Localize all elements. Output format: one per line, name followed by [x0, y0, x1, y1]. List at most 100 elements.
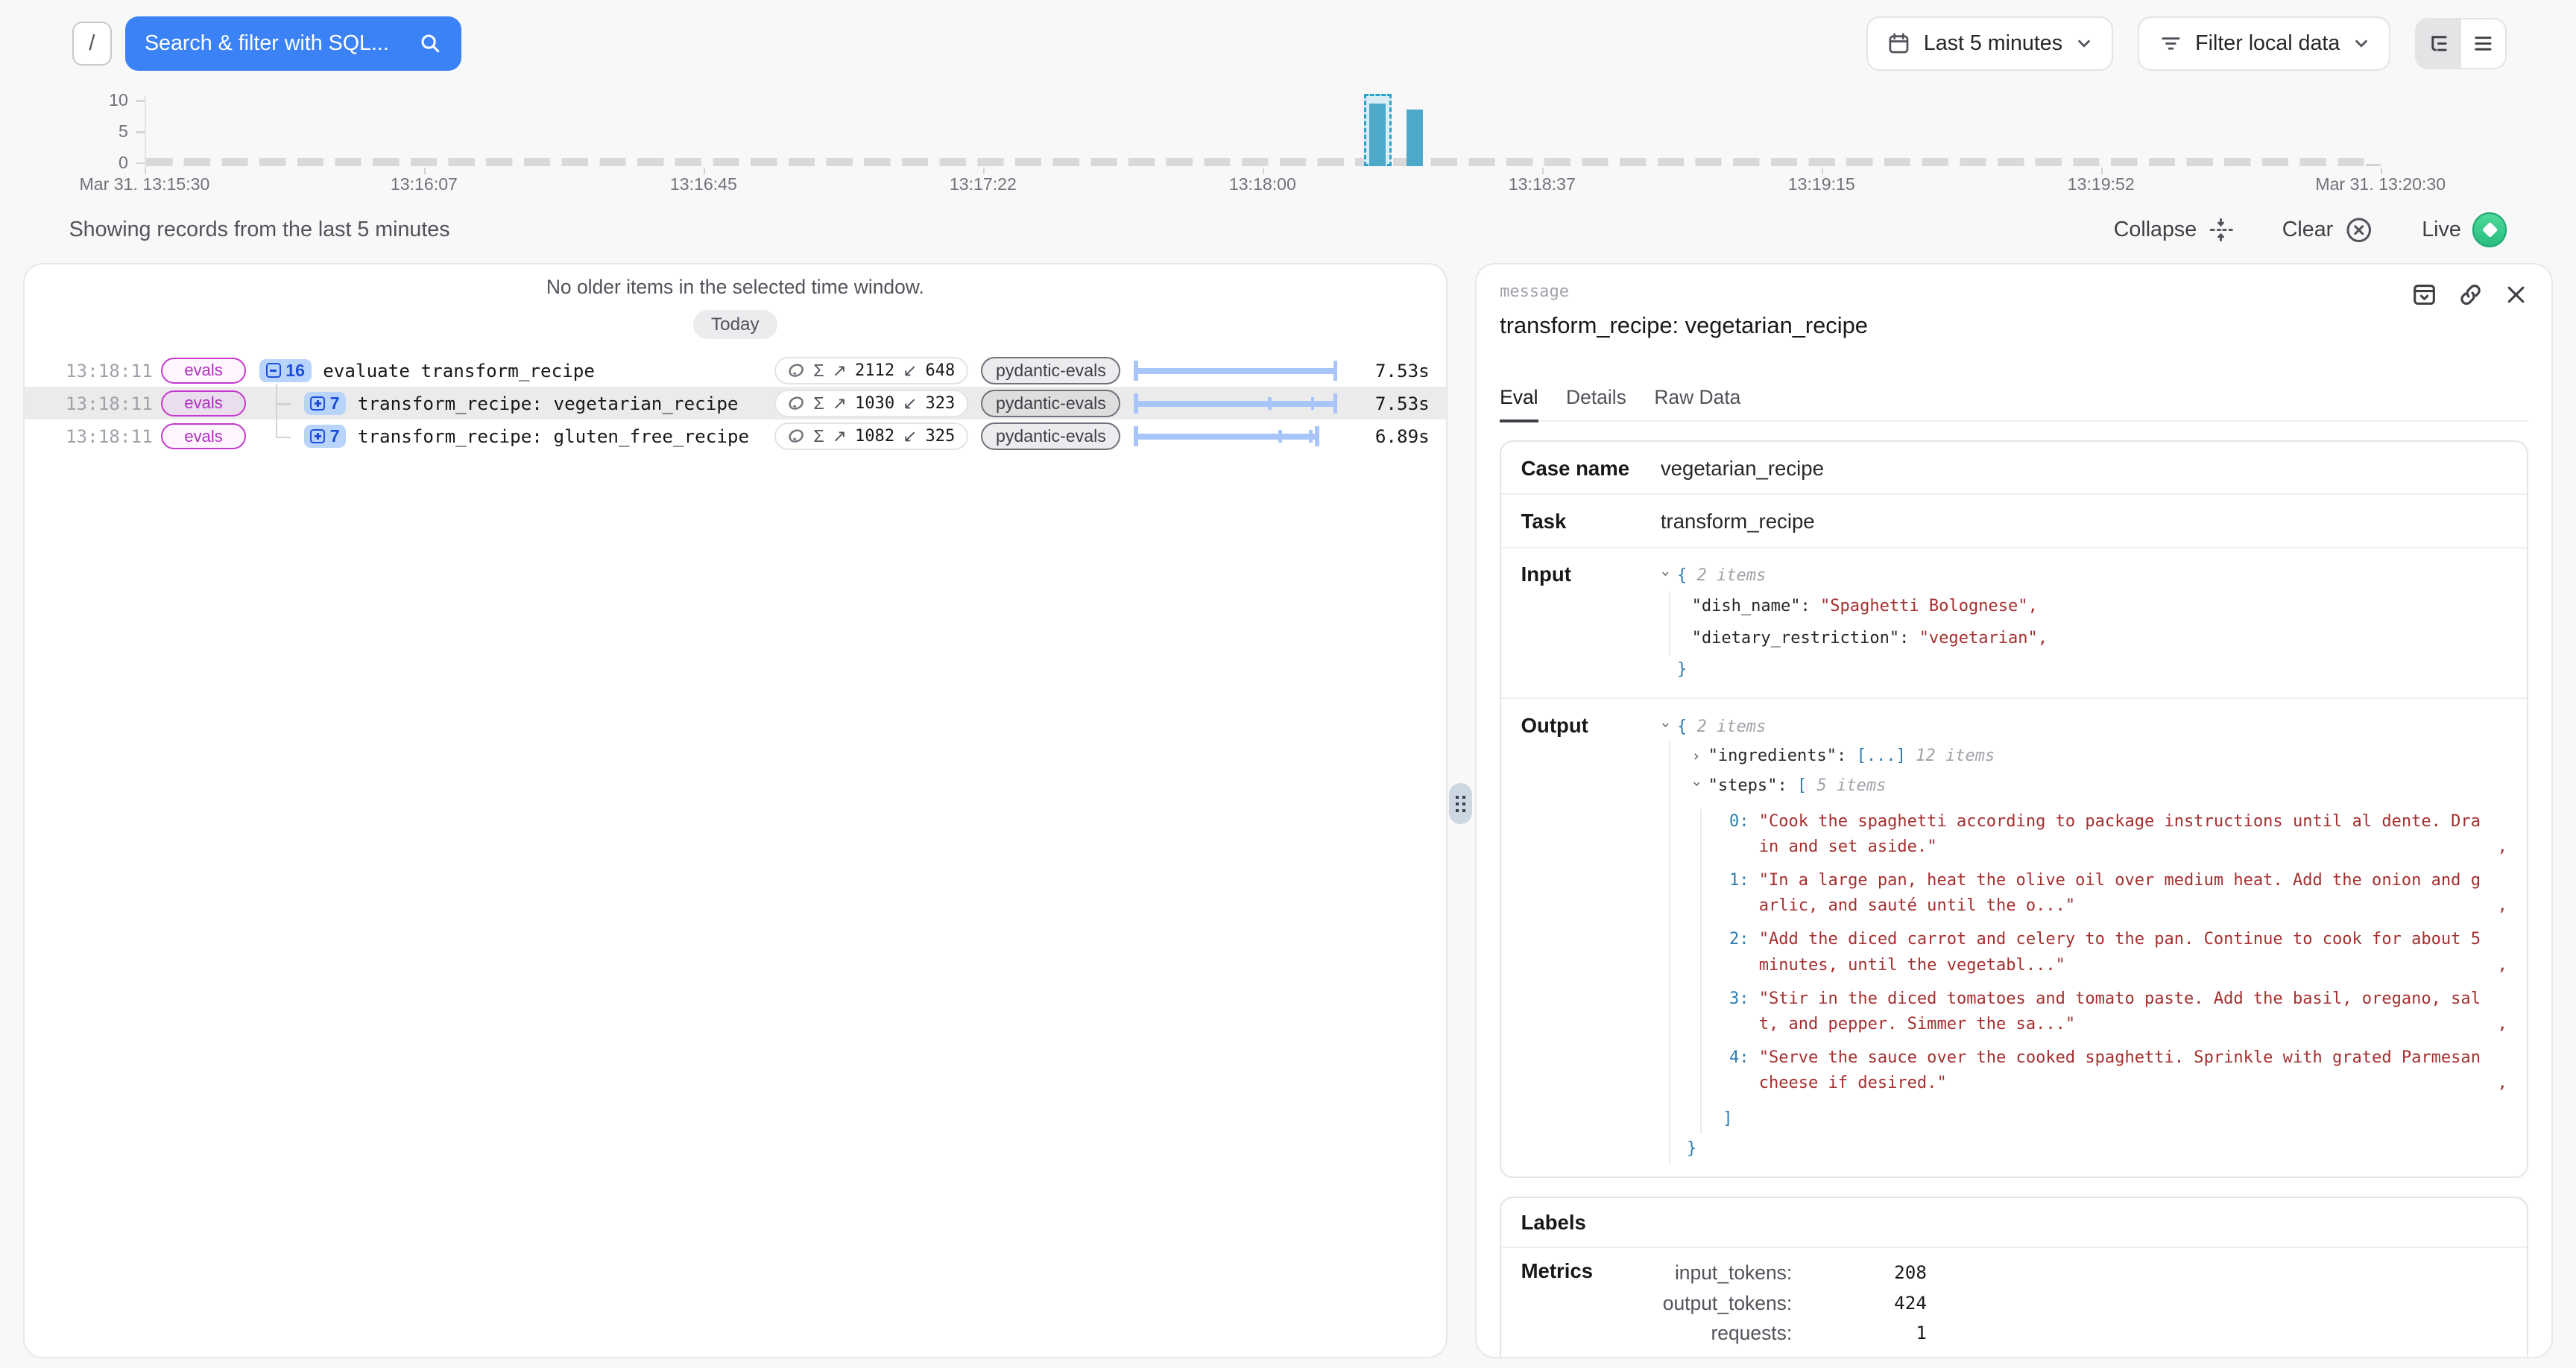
y-axis-tick-label: 0: [86, 153, 128, 173]
time-range-dropdown[interactable]: Last 5 minutes: [1866, 16, 2113, 71]
tab-raw-data[interactable]: Raw Data: [1654, 386, 1740, 420]
input-tokens-arrow: ↗: [833, 393, 847, 414]
clear-label: Clear: [2282, 218, 2333, 242]
scope-tag-pill[interactable]: pydantic-evals: [981, 357, 1120, 384]
labels-label: Labels: [1521, 1209, 1661, 1235]
input-tokens-arrow: ↗: [833, 426, 847, 446]
duration-bar: [1134, 393, 1337, 414]
x-axis-tick: [983, 168, 985, 174]
clear-circle-x-icon: [2345, 216, 2373, 244]
task-value: transform_recipe: [1661, 508, 1815, 533]
metric-name: requests:: [1661, 1318, 1792, 1349]
json-key: steps: [1708, 776, 1778, 795]
collapse-label: Collapse: [2114, 218, 2197, 242]
json-array-item: 3Stir in the diced tomatoes and tomato p…: [1723, 987, 2507, 1037]
collapse-button[interactable]: Collapse: [2114, 218, 2233, 242]
item-count: 5 items: [1817, 776, 1887, 795]
search-icon: [419, 32, 442, 55]
record-kind-label: message: [1500, 282, 1569, 301]
list-view-icon: [2472, 32, 2495, 55]
x-axis-endline: [2366, 164, 2381, 165]
y-axis-tick: [136, 131, 145, 133]
trace-timestamp: 13:18:11: [66, 425, 148, 447]
case-name-label: Case name: [1521, 455, 1661, 480]
list-view-toggle[interactable]: [2461, 19, 2506, 67]
expand-chevron-icon[interactable]: ›: [1651, 721, 1681, 737]
collapsed-chevron-icon[interactable]: ›: [1692, 741, 1708, 771]
search-button[interactable]: Search & filter with SQL...: [125, 16, 462, 71]
array-index: 4: [1723, 1045, 1749, 1096]
json-key: dietary_restriction: [1692, 629, 1900, 647]
detail-panel: message transform_recipe: vegetarian_rec…: [1475, 263, 2553, 1358]
token-usage-chip: Σ ↗1030 ↙323: [774, 390, 968, 417]
showing-records-text: Showing records from the last 5 minutes: [69, 218, 2114, 242]
filter-local-data-dropdown[interactable]: Filter local data: [2138, 16, 2390, 71]
input-tokens: 1030: [855, 394, 894, 413]
json-key: ingredients: [1708, 747, 1837, 765]
x-axis-tick-label: 13:18:37: [1509, 174, 1576, 194]
y-axis-spine: [145, 95, 146, 168]
close-icon[interactable]: [2504, 282, 2528, 307]
dock-panel-icon[interactable]: [2412, 282, 2437, 307]
scope-tag-pill[interactable]: pydantic-evals: [981, 390, 1120, 417]
x-axis-tick-label: 13:18:00: [1229, 174, 1296, 194]
coin-icon: [787, 427, 805, 445]
array-index: 2: [1723, 927, 1749, 978]
histogram-bar[interactable]: [1369, 104, 1386, 166]
step-text: Cook the spaghetti according to package …: [1759, 809, 2488, 860]
token-usage-chip: Σ ↗2112 ↙648: [774, 357, 968, 384]
evals-badge: evals: [161, 358, 247, 383]
live-toggle-button[interactable]: Live: [2422, 212, 2507, 247]
trace-row-selected[interactable]: 13:18:11 evals 7 transform_recipe: veget…: [25, 387, 1446, 419]
filter-local-data-label: Filter local data: [2195, 31, 2340, 56]
span-count-expand-pill[interactable]: 7: [304, 425, 347, 448]
collapsed-array-preview[interactable]: [...]: [1857, 747, 1906, 765]
x-axis-tick-label: 13:19:52: [2068, 174, 2135, 194]
step-text: In a large pan, heat the olive oil over …: [1759, 868, 2488, 919]
time-range-label: Last 5 minutes: [1924, 31, 2062, 56]
histogram-bar[interactable]: [1407, 110, 1423, 165]
span-count-collapse-pill[interactable]: 16: [259, 359, 312, 382]
copy-link-icon[interactable]: [2458, 282, 2483, 307]
detail-tabs: Eval Details Raw Data: [1500, 386, 2528, 422]
live-label: Live: [2422, 218, 2461, 242]
tab-eval[interactable]: Eval: [1500, 386, 1538, 422]
span-name: transform_recipe: vegetarian_recipe: [358, 393, 739, 414]
y-axis-tick-label: 5: [86, 121, 128, 142]
evals-badge: evals: [161, 390, 247, 416]
input-tokens: 1082: [855, 427, 894, 446]
metrics-label: Metrics: [1521, 1258, 1661, 1349]
tree-connector: [276, 384, 277, 437]
trace-timestamp: 13:18:11: [66, 360, 148, 381]
calendar-icon: [1887, 32, 1910, 55]
expand-chevron-icon[interactable]: ›: [1651, 569, 1681, 586]
timeline-chart[interactable]: 10 5 0 Mar 31. 13:15:3013:16:0713:16:451…: [0, 89, 2576, 203]
today-pill[interactable]: Today: [693, 310, 777, 339]
tree-view-icon: [2428, 32, 2451, 55]
span-count-expand-pill[interactable]: 7: [304, 392, 347, 415]
search-button-label: Search & filter with SQL...: [145, 31, 389, 56]
panel-resize-handle[interactable]: [1449, 783, 1472, 824]
filter-icon: [2159, 32, 2182, 55]
detail-title: transform_recipe: vegetarian_recipe: [1500, 312, 2528, 339]
expand-plus-icon: [310, 396, 325, 411]
output-json-viewer[interactable]: ›{ 2 items ›ingredients: [...] 12 items …: [1661, 712, 2507, 1164]
trace-row[interactable]: 13:18:11 evals 16 evaluate transform_rec…: [25, 354, 1446, 387]
scope-tag-pill[interactable]: pydantic-evals: [981, 422, 1120, 450]
expand-chevron-icon[interactable]: ›: [1682, 779, 1711, 796]
input-tokens: 2112: [855, 361, 894, 380]
array-index: 1: [1723, 868, 1749, 919]
x-axis-tick: [1263, 168, 1264, 174]
input-json-viewer[interactable]: ›{ 2 items dish_name: Spaghetti Bolognes…: [1661, 561, 2507, 684]
clear-button[interactable]: Clear: [2282, 216, 2373, 244]
coin-icon: [787, 361, 805, 379]
tree-view-toggle[interactable]: [2416, 19, 2461, 67]
metric-item: requests:1: [1661, 1318, 2507, 1349]
tree-connector: [276, 403, 291, 405]
evals-badge: evals: [161, 423, 247, 449]
trace-row[interactable]: 13:18:11 evals 7 transform_recipe: glute…: [25, 419, 1446, 452]
y-axis-tick-label: 10: [86, 90, 128, 110]
case-name-value: vegetarian_recipe: [1661, 455, 1824, 480]
duration-text: 7.53s: [1351, 360, 1430, 381]
tab-details[interactable]: Details: [1566, 386, 1626, 420]
